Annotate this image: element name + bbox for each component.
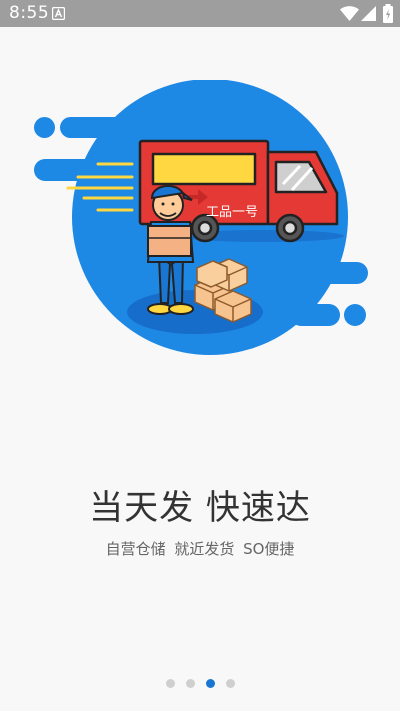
truck-text: 工品一号 [206, 205, 258, 220]
delivery-illustration: 工品一号 [34, 80, 368, 355]
headline: 当天发 快速达 [89, 488, 311, 528]
speed-bar [260, 262, 368, 284]
speed-bar [290, 304, 340, 326]
speed-bar [60, 117, 180, 138]
page-dot-2[interactable] [185, 679, 195, 688]
page-dot-1[interactable] [165, 679, 175, 688]
page-indicator [0, 679, 400, 688]
status-time: 8:55 [9, 3, 50, 23]
speed-bar [34, 117, 55, 138]
page-dot-3[interactable] [205, 679, 215, 688]
battery-icon [383, 4, 393, 23]
wifi-icon [340, 6, 359, 21]
subline: 自营仓储 就近发货 SO便捷 [105, 540, 295, 558]
status-bar: 8:55 [0, 0, 400, 27]
a-notification-icon [52, 7, 65, 20]
page-dot-4[interactable] [225, 679, 235, 688]
signal-icon [361, 6, 376, 21]
speed-bar [344, 304, 366, 326]
